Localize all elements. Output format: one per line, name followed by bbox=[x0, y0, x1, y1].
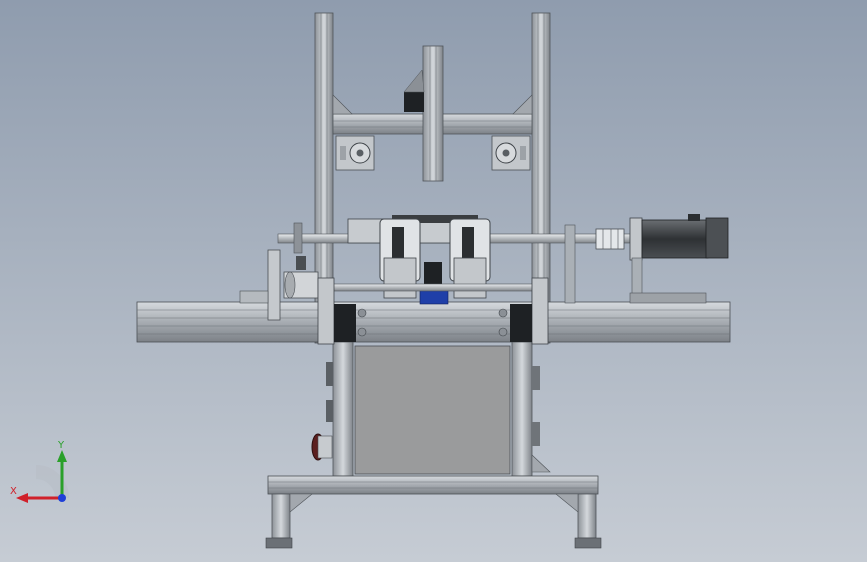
main-table-beam[interactable] bbox=[136, 301, 731, 343]
upper-roller-bracket-left[interactable] bbox=[335, 135, 375, 171]
z-axis-dot bbox=[58, 494, 66, 502]
vertical-slide-post[interactable] bbox=[403, 45, 444, 182]
machine-assembly-model[interactable] bbox=[0, 0, 867, 562]
base-frame[interactable] bbox=[265, 475, 602, 549]
upper-roller-bracket-right[interactable] bbox=[491, 135, 531, 171]
triad-arc bbox=[35, 465, 69, 499]
orientation-triad: Y X bbox=[10, 440, 69, 503]
cad-viewport[interactable]: Y X bbox=[0, 0, 867, 562]
y-axis-label: Y bbox=[57, 440, 65, 451]
x-axis-label: X bbox=[10, 486, 17, 497]
guide-rod[interactable] bbox=[321, 283, 545, 292]
lower-cabinet[interactable] bbox=[311, 341, 551, 477]
servo-motor[interactable] bbox=[595, 214, 729, 304]
